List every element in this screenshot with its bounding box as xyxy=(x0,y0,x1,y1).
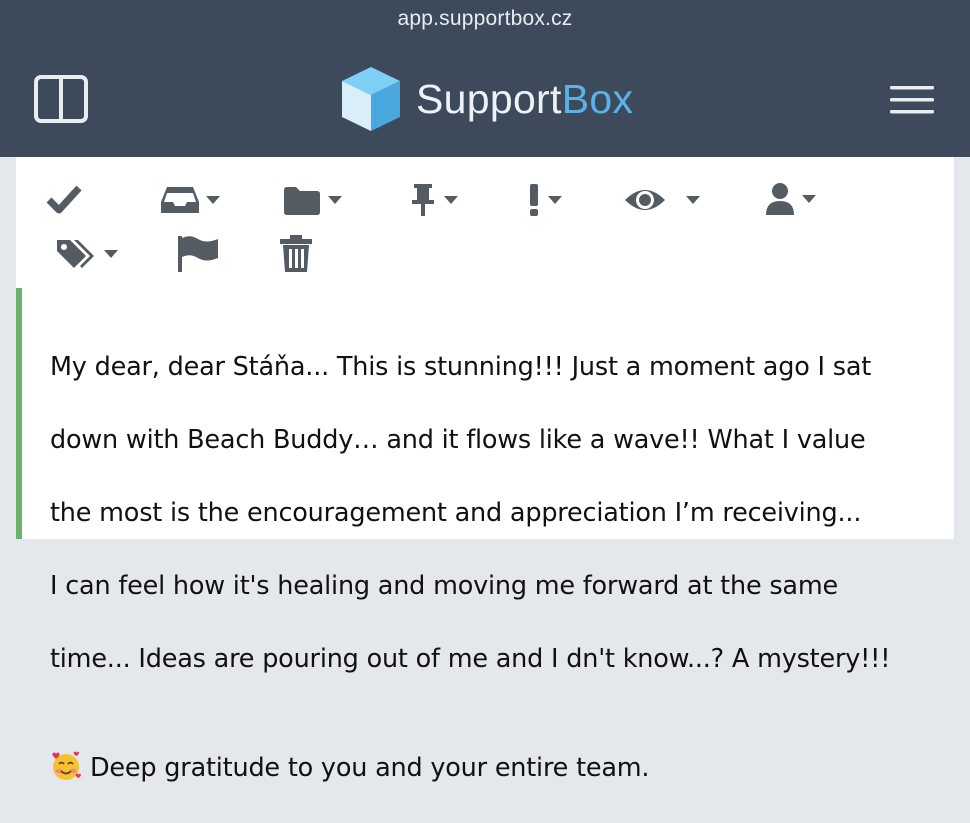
inbox-icon xyxy=(161,187,199,213)
pin-icon xyxy=(412,184,434,216)
tags-dropdown[interactable] xyxy=(54,236,118,272)
message-line: time... Ideas are pouring out of me and … xyxy=(50,643,891,674)
smiling-face-with-hearts-emoji xyxy=(52,751,81,780)
folder-icon xyxy=(284,187,320,215)
panel-toggle-icon[interactable] xyxy=(34,75,88,123)
ticket-toolbar xyxy=(16,157,954,287)
cube-logo-icon xyxy=(342,67,400,131)
priority-icon xyxy=(530,184,538,216)
resolve-button[interactable] xyxy=(46,183,82,215)
logo-text: SupportBox xyxy=(416,76,633,123)
chevron-down-icon xyxy=(686,196,700,204)
assignee-dropdown[interactable] xyxy=(764,181,816,217)
hamburger-menu-icon[interactable] xyxy=(890,84,934,116)
pin-dropdown[interactable] xyxy=(408,182,458,218)
eye-icon xyxy=(625,190,665,210)
delete-button[interactable] xyxy=(278,234,314,274)
flag-button[interactable] xyxy=(176,234,220,274)
message-line: the most is the encouragement and apprec… xyxy=(50,497,862,528)
customer-message: My dear, dear Stáňa... This is stunning!… xyxy=(16,288,954,783)
chevron-down-icon xyxy=(328,196,342,204)
logo-text-prefix: Support xyxy=(416,75,562,122)
chevron-down-icon xyxy=(548,196,562,204)
browser-url[interactable]: app.supportbox.cz xyxy=(0,7,970,31)
inbox-dropdown[interactable] xyxy=(160,185,220,215)
app-header: app.supportbox.cz SupportBox xyxy=(0,0,970,157)
chevron-down-icon xyxy=(104,250,118,258)
flag-icon xyxy=(178,236,218,272)
visibility-dropdown[interactable] xyxy=(624,185,700,215)
message-closing: Deep gratitude to you and your entire te… xyxy=(90,753,650,783)
message-line: My dear, dear Stáňa... This is stunning!… xyxy=(50,351,872,382)
message-line-last: Deep gratitude to you and your entire te… xyxy=(50,714,926,787)
chevron-down-icon xyxy=(802,195,816,203)
chevron-down-icon xyxy=(444,196,458,204)
message-line: down with Beach Buddy… and it flows like… xyxy=(50,424,866,455)
tags-icon xyxy=(57,240,94,268)
checkmark-icon xyxy=(46,185,82,214)
chevron-down-icon xyxy=(206,196,220,204)
user-icon xyxy=(766,183,794,215)
message-body: My dear, dear Stáňa... This is stunning!… xyxy=(50,312,926,823)
priority-dropdown[interactable] xyxy=(526,182,562,218)
logo-text-suffix: Box xyxy=(561,75,634,122)
ticket-panel: My dear, dear Stáňa... This is stunning!… xyxy=(16,157,954,783)
folder-dropdown[interactable] xyxy=(282,184,342,216)
trash-icon xyxy=(280,235,312,272)
supportbox-logo[interactable]: SupportBox xyxy=(340,64,633,134)
message-line: I can feel how it's healing and moving m… xyxy=(50,570,838,601)
